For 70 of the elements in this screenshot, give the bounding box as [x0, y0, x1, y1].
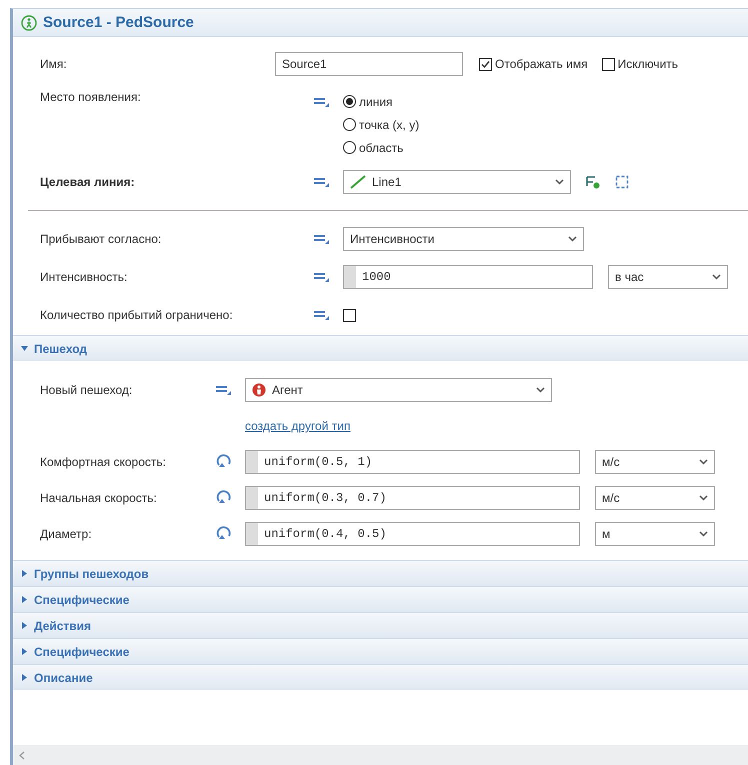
- collapsed-arrow-icon: [21, 622, 28, 629]
- field-label: Имя:: [40, 57, 68, 71]
- static-value-icon[interactable]: [313, 233, 331, 245]
- dynamic-value-icon[interactable]: [215, 526, 233, 542]
- field-label: Количество прибытий ограничено:: [40, 308, 234, 322]
- radio-label[interactable]: точка (x, y): [359, 118, 420, 132]
- field-label: Диаметр:: [40, 527, 93, 541]
- checkbox[interactable]: [479, 58, 492, 70]
- radio-button[interactable]: [343, 118, 356, 131]
- radio-label[interactable]: область: [359, 140, 404, 154]
- static-value-icon[interactable]: [313, 309, 331, 321]
- section-header[interactable]: Группы пешеходов: [13, 560, 748, 586]
- section-header[interactable]: Действия: [13, 612, 748, 638]
- static-value-icon[interactable]: [313, 271, 331, 283]
- collapsed-arrow-icon: [21, 596, 28, 603]
- expression-field[interactable]: 1000: [343, 265, 593, 289]
- scroll-left-icon[interactable]: [19, 750, 25, 760]
- expression-field[interactable]: uniform(0.4, 0.5): [245, 522, 580, 546]
- radio-button[interactable]: [343, 95, 356, 108]
- checkbox-label[interactable]: Исключить: [618, 57, 678, 71]
- unit-dropdown[interactable]: м: [595, 522, 715, 546]
- field-label: Целевая линия:: [40, 175, 136, 189]
- field-label: Интенсивность:: [40, 270, 128, 284]
- name-field[interactable]: Source1: [275, 52, 463, 76]
- collapsed-arrow-icon: [21, 570, 28, 577]
- dropdown[interactable]: Интенсивности: [343, 227, 584, 251]
- checkbox-label[interactable]: Отображать имя: [495, 57, 588, 71]
- section-header[interactable]: Специфические: [13, 638, 748, 664]
- chevron-down-icon: [555, 179, 564, 185]
- pedestrian-icon: [21, 14, 37, 30]
- expression-field[interactable]: uniform(0.5, 1): [245, 450, 580, 474]
- checkbox[interactable]: [343, 308, 356, 322]
- chevron-down-icon: [712, 274, 721, 280]
- chevron-down-icon: [568, 236, 577, 242]
- unit-dropdown[interactable]: м/с: [595, 450, 715, 474]
- horizontal-scrollbar[interactable]: [13, 745, 748, 765]
- chevron-down-icon: [699, 531, 708, 537]
- checkbox[interactable]: [602, 58, 615, 70]
- unit-dropdown[interactable]: в час: [608, 265, 728, 289]
- collapsed-arrow-icon: [21, 648, 28, 655]
- section-header[interactable]: Пешеход: [13, 335, 748, 361]
- field-label: Комфортная скорость:: [40, 455, 167, 469]
- dynamic-value-icon[interactable]: [215, 454, 233, 470]
- unit-dropdown[interactable]: м/с: [595, 486, 715, 510]
- dropdown[interactable]: Агент: [245, 378, 552, 402]
- static-value-icon[interactable]: [313, 176, 331, 188]
- dropdown[interactable]: Line1: [343, 170, 571, 194]
- radio-button[interactable]: [343, 141, 356, 154]
- line-icon: [350, 175, 366, 189]
- create-type-link[interactable]: создать другой тип: [245, 419, 350, 433]
- dashed-frame-icon[interactable]: [615, 175, 629, 189]
- agent-icon: [252, 383, 266, 397]
- static-value-icon[interactable]: [215, 384, 233, 396]
- section-header[interactable]: Специфические: [13, 586, 748, 612]
- collapsed-arrow-icon: [21, 674, 28, 681]
- chevron-down-icon: [699, 459, 708, 465]
- section-header[interactable]: Описание: [13, 664, 748, 690]
- field-label: Место появления:: [40, 90, 142, 104]
- expression-field[interactable]: uniform(0.3, 0.7): [245, 486, 580, 510]
- chevron-down-icon: [536, 387, 545, 393]
- panel-title: Source1 - PedSource: [43, 14, 194, 31]
- radio-label[interactable]: линия: [359, 94, 393, 108]
- chevron-down-icon: [699, 495, 708, 501]
- dynamic-value-icon[interactable]: [215, 490, 233, 506]
- select-tool-icon[interactable]: [585, 174, 601, 190]
- expanded-arrow-icon: [21, 345, 28, 352]
- field-label: Новый пешеход:: [40, 383, 134, 397]
- field-label: Прибывают согласно:: [40, 232, 162, 246]
- static-value-icon[interactable]: [313, 96, 331, 108]
- field-label: Начальная скорость:: [40, 491, 158, 505]
